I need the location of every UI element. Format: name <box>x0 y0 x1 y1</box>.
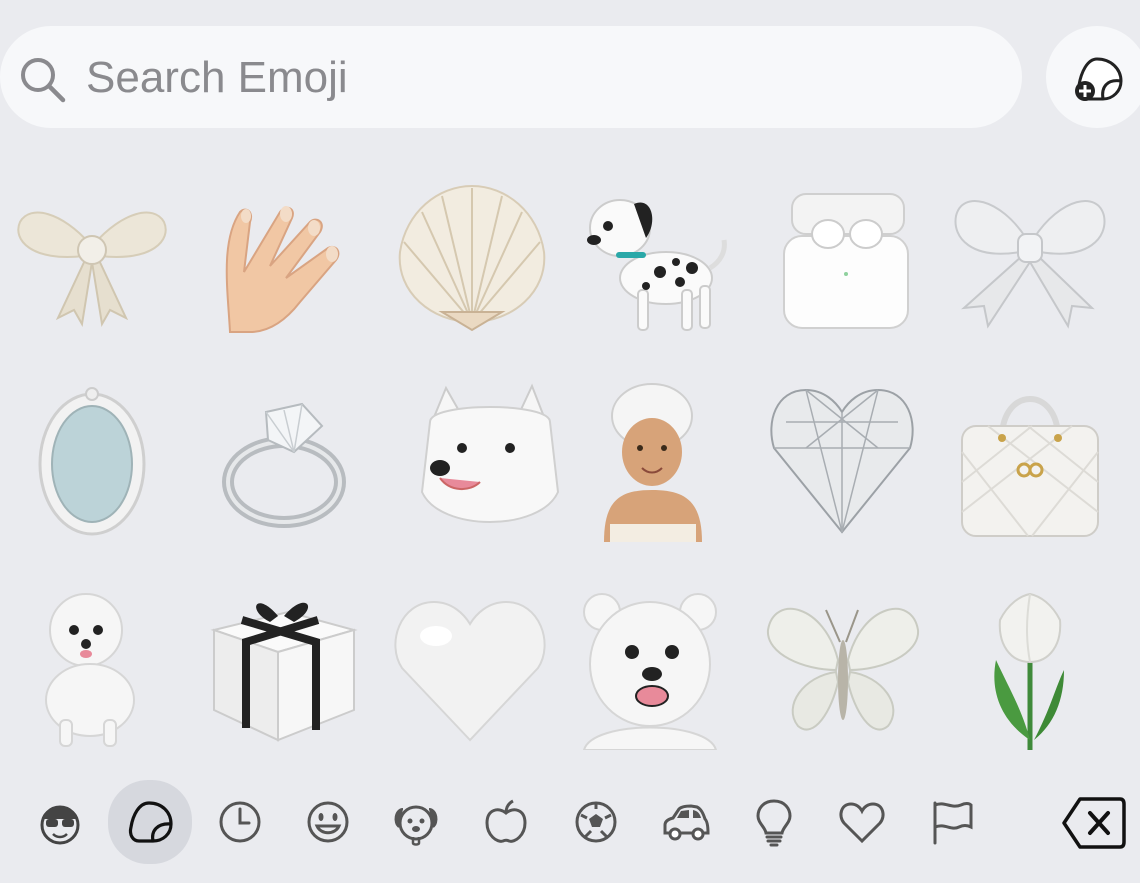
category-activity[interactable] <box>556 782 636 862</box>
airpods-case-sticker[interactable] <box>778 182 938 342</box>
sticker-icon <box>128 801 173 843</box>
search-input[interactable] <box>86 50 986 106</box>
emoji-category-bar <box>0 780 1140 870</box>
flag-icon <box>933 801 973 845</box>
sticker-add-icon <box>1075 57 1123 101</box>
white-tulip-sticker[interactable] <box>960 590 1120 750</box>
oval-mirror-sticker[interactable] <box>12 382 172 542</box>
memoji-icon <box>40 805 80 845</box>
category-objects[interactable] <box>734 782 814 862</box>
diamond-heart-sticker[interactable] <box>766 382 926 542</box>
dog-icon <box>394 805 438 846</box>
white-husky-sticker[interactable] <box>410 382 570 542</box>
delete-backspace-icon[interactable] <box>1062 795 1126 851</box>
maltese-dog-sticker[interactable] <box>30 590 190 750</box>
nail-polish-hand-sticker[interactable] <box>210 182 370 342</box>
category-flags[interactable] <box>912 782 992 862</box>
diamond-ring-sticker[interactable] <box>210 382 370 542</box>
category-recent[interactable] <box>200 782 280 862</box>
smiley-icon <box>307 801 349 843</box>
towel-woman-sticker[interactable] <box>590 382 750 542</box>
scallop-shell-sticker[interactable] <box>392 182 552 342</box>
heart-outline-icon <box>839 802 885 844</box>
category-food[interactable] <box>466 782 546 862</box>
clock-icon <box>219 801 261 843</box>
category-smileys[interactable] <box>288 782 368 862</box>
gift-box-sticker[interactable] <box>206 590 366 750</box>
white-heart-sticker[interactable] <box>392 590 552 750</box>
polar-bear-sticker[interactable] <box>582 590 742 751</box>
soccer-ball-icon <box>575 801 617 843</box>
category-symbols[interactable] <box>822 782 902 862</box>
apple-icon <box>485 799 527 843</box>
lightbulb-icon <box>756 799 792 847</box>
silver-bow-sticker[interactable] <box>950 182 1110 342</box>
white-bow-sticker[interactable] <box>12 182 172 342</box>
category-memoji[interactable] <box>20 782 100 862</box>
category-stickers[interactable] <box>108 780 192 864</box>
quilted-handbag-sticker[interactable] <box>958 382 1118 542</box>
white-butterfly-sticker[interactable] <box>764 590 924 750</box>
dalmatian-dog-sticker[interactable] <box>580 182 740 342</box>
magnifier-icon <box>21 58 66 103</box>
add-sticker-button[interactable] <box>1046 26 1140 128</box>
car-icon <box>663 804 710 841</box>
search-bar[interactable] <box>0 26 1022 128</box>
category-travel[interactable] <box>646 782 726 862</box>
category-animals[interactable] <box>376 782 456 862</box>
